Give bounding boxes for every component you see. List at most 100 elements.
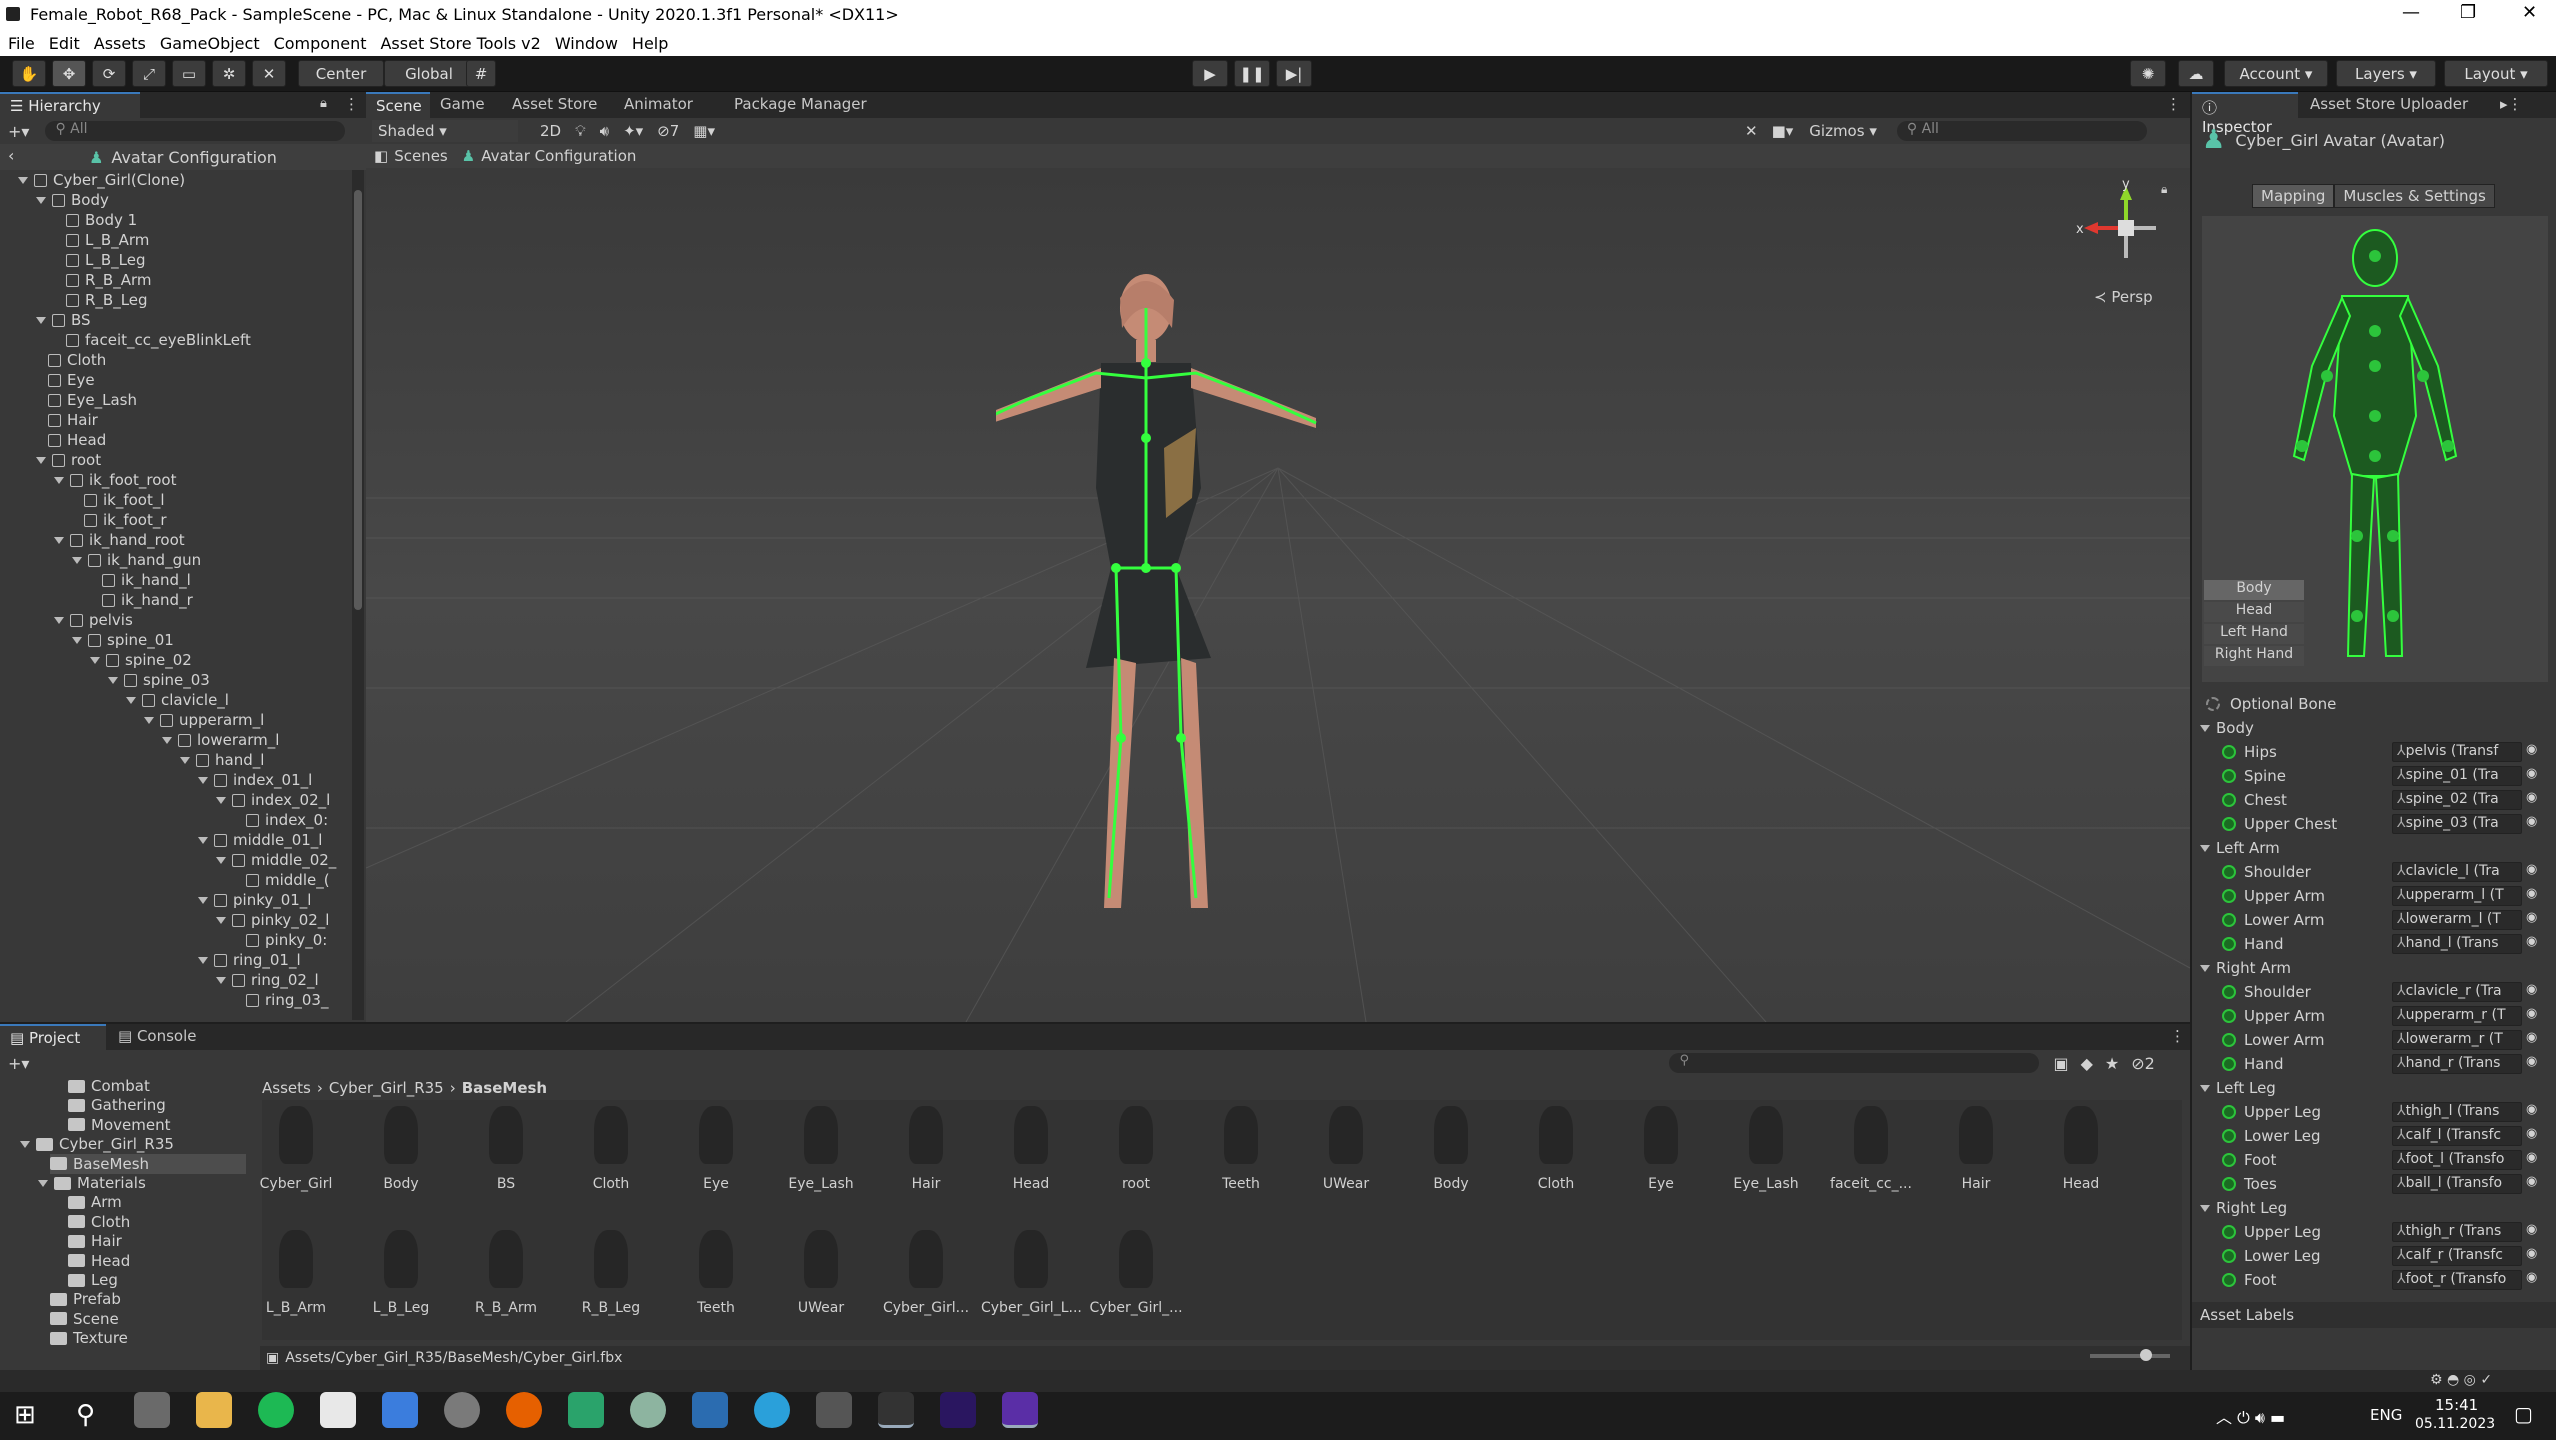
project-folder-item[interactable]: Texture	[50, 1328, 128, 1346]
fold-arrow-icon[interactable]	[2200, 844, 2210, 852]
filter-type-icon[interactable]: ▣	[2053, 1054, 2068, 1073]
bone-transform-field[interactable]: ⅄lowerarm_r (T	[2392, 1030, 2522, 1050]
hierarchy-item[interactable]: index_01_l	[198, 770, 312, 790]
tools-icon[interactable]: ✕	[1745, 122, 1758, 140]
view-button-2[interactable]: Left Hand	[2204, 624, 2304, 644]
thumbnail-size-slider[interactable]	[2090, 1349, 2170, 1361]
bone-group-header[interactable]: Left Arm	[2200, 836, 2280, 860]
bone-transform-field[interactable]: ⅄calf_r (Transfc	[2392, 1246, 2522, 1266]
asset-item[interactable]: Head	[981, 1100, 1081, 1192]
view-button-3[interactable]: Right Hand	[2204, 646, 2304, 666]
bone-transform-field[interactable]: ⅄foot_l (Transfo	[2392, 1150, 2522, 1170]
filter-label-icon[interactable]: ◆	[2081, 1054, 2093, 1073]
hierarchy-item[interactable]: index_0:	[246, 810, 328, 830]
audio-icon[interactable]: 🔊︎	[600, 122, 609, 140]
menu-item-0[interactable]: File	[8, 34, 35, 53]
asset-item[interactable]: Hair	[1926, 1100, 2026, 1192]
object-picker-icon[interactable]: ◉	[2526, 1006, 2537, 1021]
bone-transform-field[interactable]: ⅄ball_l (Transfo	[2392, 1174, 2522, 1194]
custom-tool-icon[interactable]: ✕	[252, 60, 286, 87]
fold-arrow-icon[interactable]	[54, 536, 64, 544]
project-folder-item[interactable]: Prefab	[50, 1289, 121, 1309]
pivot-center-button[interactable]: Center	[298, 60, 384, 87]
bone-transform-field[interactable]: ⅄spine_03 (Tra	[2392, 814, 2522, 834]
fold-arrow-icon[interactable]	[72, 556, 82, 564]
project-folder-item[interactable]: Hair	[68, 1231, 122, 1251]
layers-dropdown[interactable]: Layers ▾	[2336, 60, 2436, 87]
object-picker-icon[interactable]: ◉	[2526, 862, 2537, 877]
hierarchy-item[interactable]: Body	[36, 190, 109, 210]
bone-group-header[interactable]: Body	[2200, 716, 2254, 740]
asset-item[interactable]: Cloth	[561, 1100, 661, 1192]
bone-transform-field[interactable]: ⅄pelvis (Transf	[2392, 742, 2522, 762]
asset-item[interactable]: Teeth	[666, 1224, 766, 1316]
grid-snap-icon[interactable]: #	[466, 60, 496, 87]
move-tool-icon[interactable]: ✥	[52, 60, 86, 87]
hierarchy-item[interactable]: R_B_Leg	[66, 290, 148, 310]
fold-arrow-icon[interactable]	[90, 656, 100, 664]
object-picker-icon[interactable]: ◉	[2526, 1150, 2537, 1165]
lock-icon[interactable]: 🔒︎	[320, 96, 327, 111]
orientation-gizmo[interactable]: y x	[2066, 178, 2186, 288]
hierarchy-item[interactable]: faceit_cc_eyeBlinkLeft	[66, 330, 251, 350]
asset-item[interactable]: Eye_Lash	[771, 1100, 871, 1192]
tab-inspector[interactable]: ⓘ Inspector	[2192, 92, 2298, 136]
add-icon[interactable]: +▾	[8, 122, 29, 141]
object-picker-icon[interactable]: ◉	[2526, 766, 2537, 781]
bone-group-header[interactable]: Right Leg	[2200, 1196, 2287, 1220]
hierarchy-item[interactable]: Hair	[48, 410, 98, 430]
hierarchy-item[interactable]: middle_02_	[216, 850, 336, 870]
taskbar-app-icon[interactable]	[630, 1392, 666, 1428]
menu-item-7[interactable]: Help	[632, 34, 668, 53]
asset-item[interactable]: L_B_Leg	[351, 1224, 451, 1316]
file-explorer-icon[interactable]	[196, 1392, 232, 1428]
hierarchy-item[interactable]: hand_l	[180, 750, 264, 770]
visual-studio-icon[interactable]	[1002, 1392, 1038, 1428]
project-folder-item[interactable]: Scene	[50, 1309, 119, 1329]
hidden-packages-icon[interactable]: ⊘	[2131, 1054, 2144, 1073]
project-search-input[interactable]: ⚲	[1669, 1053, 2040, 1073]
fold-arrow-icon[interactable]	[2200, 724, 2210, 732]
hierarchy-item[interactable]: middle_(	[246, 870, 330, 890]
object-picker-icon[interactable]: ◉	[2526, 934, 2537, 949]
hierarchy-item[interactable]: ik_foot_root	[54, 470, 176, 490]
asset-item[interactable]: R_B_Arm	[456, 1224, 556, 1316]
favorite-icon[interactable]: ★	[2105, 1054, 2119, 1073]
bone-transform-field[interactable]: ⅄clavicle_l (Tra	[2392, 862, 2522, 882]
breadcrumb-item[interactable]: BaseMesh	[462, 1079, 547, 1097]
asset-item[interactable]: R_B_Leg	[561, 1224, 661, 1316]
menu-item-5[interactable]: Asset Store Tools v2	[380, 34, 540, 53]
tab-scene-3[interactable]: Animator	[614, 92, 724, 118]
bone-transform-field[interactable]: ⅄spine_02 (Tra	[2392, 790, 2522, 810]
object-picker-icon[interactable]: ◉	[2526, 1102, 2537, 1117]
view-button-0[interactable]: Body	[2204, 580, 2304, 600]
tab-asset-store-uploader[interactable]: Asset Store Uploader	[2300, 92, 2490, 118]
tab-hierarchy[interactable]: ☰ Hierarchy	[0, 92, 140, 118]
asset-item[interactable]: faceit_cc_...	[1821, 1100, 1921, 1192]
tab-scene-0[interactable]: Scene	[366, 92, 430, 118]
collab-icon[interactable]: ✺	[2130, 60, 2166, 87]
hierarchy-item[interactable]: Eye	[48, 370, 95, 390]
transform-tool-icon[interactable]: ✲	[212, 60, 246, 87]
add-icon[interactable]: +▾	[8, 1054, 29, 1073]
fold-arrow-icon[interactable]	[198, 956, 208, 964]
camera-icon[interactable]: ■▾	[1772, 122, 1794, 140]
fold-arrow-icon[interactable]	[36, 316, 46, 324]
hierarchy-item[interactable]: R_B_Arm	[66, 270, 152, 290]
step-icon[interactable]: ▶|	[1276, 60, 1312, 87]
scene-viewport[interactable]: y x ≺ Persp 🔒︎	[366, 168, 2190, 1022]
hierarchy-item[interactable]: Head	[48, 430, 106, 450]
hierarchy-item[interactable]: spine_02	[90, 650, 192, 670]
lighting-icon[interactable]: 💡︎	[575, 122, 586, 140]
after-effects-icon[interactable]	[940, 1392, 976, 1428]
project-folder-item[interactable]: BaseMesh	[50, 1153, 246, 1174]
hierarchy-item[interactable]: ik_foot_l	[84, 490, 165, 510]
tab-scene-1[interactable]: Game	[430, 92, 502, 118]
bone-transform-field[interactable]: ⅄clavicle_r (Tra	[2392, 982, 2522, 1002]
project-folder-item[interactable]: Arm	[68, 1192, 122, 1212]
taskbar-app-icon[interactable]	[692, 1392, 728, 1428]
hierarchy-item[interactable]: L_B_Leg	[66, 250, 146, 270]
menu-item-4[interactable]: Component	[274, 34, 367, 53]
fold-arrow-icon[interactable]	[2200, 1084, 2210, 1092]
taskbar-app-icon[interactable]	[134, 1392, 170, 1428]
